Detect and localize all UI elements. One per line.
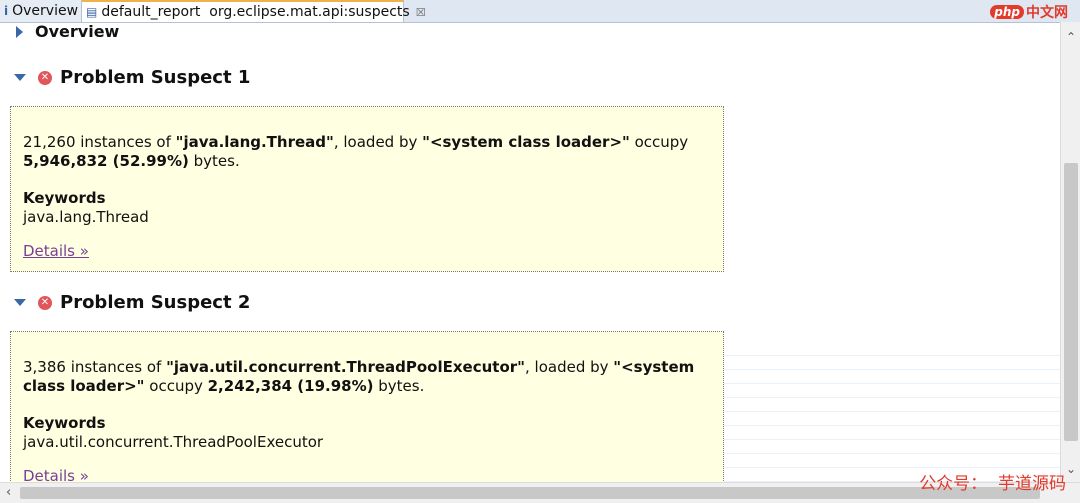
suspect-2-keywords-label: Keywords [23, 414, 106, 432]
tab-report-label: default_report org.eclipse.mat.api:suspe… [101, 4, 410, 20]
suspect-2-header[interactable]: ✕ Problem Suspect 2 [14, 292, 250, 313]
collapse-arrow-icon[interactable] [14, 299, 26, 306]
suspect-2-description: 3,386 instances of "java.util.concurrent… [23, 358, 695, 395]
suspect-2-details-link[interactable]: Details » [23, 467, 89, 482]
close-icon[interactable]: ☒ [416, 6, 426, 19]
background-stripes [724, 342, 1060, 482]
expand-arrow-icon[interactable] [16, 25, 23, 38]
scroll-down-icon[interactable]: ⌄ [1065, 462, 1077, 476]
suspect-2-keyword: java.util.concurrent.ThreadPoolExecutor [23, 433, 324, 451]
watermark-text: 公众号： 芋道源码 [919, 474, 1066, 494]
horizontal-scrollbar[interactable]: ‹ [0, 482, 1080, 503]
vertical-scrollbar[interactable]: ⌃ ⌄ [1060, 22, 1080, 482]
report-icon: ▤ [86, 5, 98, 19]
suspect-1-keyword: java.lang.Thread [23, 208, 149, 226]
suspect-1-keywords-label: Keywords [23, 189, 106, 207]
suspect-1-header[interactable]: ✕ Problem Suspect 1 [14, 67, 250, 88]
suspect-2-title: Problem Suspect 2 [60, 292, 251, 313]
scroll-up-icon[interactable]: ⌃ [1065, 30, 1077, 44]
editor-tab-bar: i Overview ▤ default_report org.eclipse.… [0, 0, 1080, 23]
tab-default-report[interactable]: ▤ default_report org.eclipse.mat.api:sus… [82, 0, 426, 22]
suspect-1-title: Problem Suspect 1 [60, 67, 251, 88]
error-icon: ✕ [38, 70, 52, 85]
suspect-1-details-link[interactable]: Details » [23, 242, 89, 261]
tab-overview-label: Overview [12, 3, 79, 19]
horizontal-scroll-thumb[interactable] [20, 487, 1040, 499]
overview-section-header[interactable]: Overview [14, 22, 119, 41]
suspect-1-box: 21,260 instances of "java.lang.Thread", … [10, 106, 724, 272]
overview-heading: Overview [35, 22, 120, 41]
collapse-arrow-icon[interactable] [14, 74, 26, 81]
info-icon: i [4, 4, 9, 18]
error-icon: ✕ [38, 295, 52, 310]
tab-overview[interactable]: i Overview [0, 0, 82, 22]
scroll-left-icon[interactable]: ‹ [6, 485, 11, 500]
suspect-2-box: 3,386 instances of "java.util.concurrent… [10, 331, 724, 482]
report-content: Overview ✕ Problem Suspect 1 21,260 inst… [0, 22, 1060, 482]
vertical-scroll-thumb[interactable] [1064, 163, 1078, 441]
php-cn-logo: php 中文网 [990, 2, 1068, 22]
suspect-1-description: 21,260 instances of "java.lang.Thread", … [23, 133, 689, 170]
